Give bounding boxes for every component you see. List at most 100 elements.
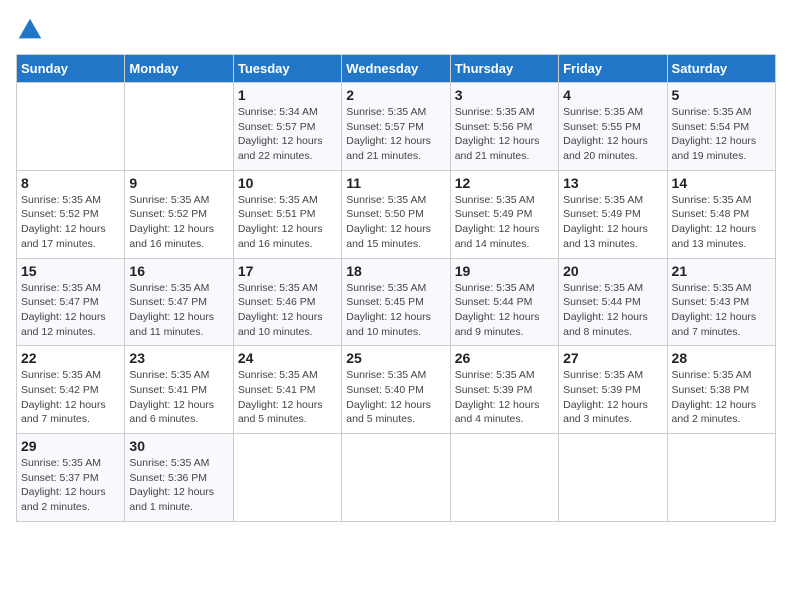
day-number: 4 (563, 87, 662, 103)
day-detail: Sunrise: 5:35 AMSunset: 5:38 PMDaylight:… (672, 368, 771, 427)
calendar-day-cell: 22 Sunrise: 5:35 AMSunset: 5:42 PMDayligh… (17, 346, 125, 434)
day-detail: Sunrise: 5:35 AMSunset: 5:44 PMDaylight:… (563, 281, 662, 340)
calendar-body: 1Sunrise: 5:34 AMSunset: 5:57 PMDaylight… (17, 83, 776, 522)
day-number: 13 (563, 175, 662, 191)
calendar-day-cell: 8 Sunrise: 5:35 AMSunset: 5:52 PMDaylight… (17, 170, 125, 258)
day-detail: Sunrise: 5:35 AMSunset: 5:55 PMDaylight:… (563, 105, 662, 164)
day-number: 23 (129, 350, 228, 366)
calendar-day-cell: 12 Sunrise: 5:35 AMSunset: 5:49 PMDayligh… (450, 170, 558, 258)
calendar-day-cell: 16 Sunrise: 5:35 AMSunset: 5:47 PMDayligh… (125, 258, 233, 346)
calendar-day-cell: 5 Sunrise: 5:35 AMSunset: 5:54 PMDaylight… (667, 83, 775, 171)
calendar-day-cell: 27 Sunrise: 5:35 AMSunset: 5:39 PMDayligh… (559, 346, 667, 434)
day-detail: Sunrise: 5:35 AMSunset: 5:36 PMDaylight:… (129, 456, 228, 515)
day-number: 30 (129, 438, 228, 454)
calendar-week-row: 15 Sunrise: 5:35 AMSunset: 5:47 PMDayligh… (17, 258, 776, 346)
weekday-header-row: SundayMondayTuesdayWednesdayThursdayFrid… (17, 55, 776, 83)
day-number: 28 (672, 350, 771, 366)
day-number: 21 (672, 263, 771, 279)
logo (16, 16, 48, 44)
day-number: 26 (455, 350, 554, 366)
calendar-day-cell: 30 Sunrise: 5:35 AMSunset: 5:36 PMDayligh… (125, 434, 233, 522)
calendar-day-cell (233, 434, 341, 522)
calendar-week-row: 8 Sunrise: 5:35 AMSunset: 5:52 PMDaylight… (17, 170, 776, 258)
day-number: 5 (672, 87, 771, 103)
day-detail: Sunrise: 5:35 AMSunset: 5:43 PMDaylight:… (672, 281, 771, 340)
weekday-header-cell: Monday (125, 55, 233, 83)
calendar-week-row: 1Sunrise: 5:34 AMSunset: 5:57 PMDaylight… (17, 83, 776, 171)
calendar-week-row: 29Sunrise: 5:35 AMSunset: 5:37 PMDayligh… (17, 434, 776, 522)
day-detail: Sunrise: 5:35 AMSunset: 5:52 PMDaylight:… (21, 193, 120, 252)
day-number: 18 (346, 263, 445, 279)
weekday-header-cell: Wednesday (342, 55, 450, 83)
calendar-day-cell (559, 434, 667, 522)
day-number: 11 (346, 175, 445, 191)
calendar-day-cell: 11 Sunrise: 5:35 AMSunset: 5:50 PMDayligh… (342, 170, 450, 258)
calendar-day-cell: 23 Sunrise: 5:35 AMSunset: 5:41 PMDayligh… (125, 346, 233, 434)
weekday-header-cell: Saturday (667, 55, 775, 83)
day-detail: Sunrise: 5:35 AMSunset: 5:51 PMDaylight:… (238, 193, 337, 252)
calendar-day-cell: 29Sunrise: 5:35 AMSunset: 5:37 PMDayligh… (17, 434, 125, 522)
day-number: 10 (238, 175, 337, 191)
day-detail: Sunrise: 5:35 AMSunset: 5:50 PMDaylight:… (346, 193, 445, 252)
calendar-day-cell: 14 Sunrise: 5:35 AMSunset: 5:48 PMDayligh… (667, 170, 775, 258)
calendar-day-cell: 15Sunrise: 5:35 AMSunset: 5:47 PMDayligh… (17, 258, 125, 346)
calendar-day-cell (667, 434, 775, 522)
calendar-day-cell (17, 83, 125, 171)
day-number: 1 (238, 87, 337, 103)
day-number: 27 (563, 350, 662, 366)
calendar-day-cell: 10 Sunrise: 5:35 AMSunset: 5:51 PMDayligh… (233, 170, 341, 258)
day-number: 25 (346, 350, 445, 366)
day-number: 12 (455, 175, 554, 191)
calendar-day-cell: 25 Sunrise: 5:35 AMSunset: 5:40 PMDayligh… (342, 346, 450, 434)
calendar-day-cell (450, 434, 558, 522)
day-detail: Sunrise: 5:35 AMSunset: 5:56 PMDaylight:… (455, 105, 554, 164)
day-detail: Sunrise: 5:35 AMSunset: 5:45 PMDaylight:… (346, 281, 445, 340)
calendar-table: SundayMondayTuesdayWednesdayThursdayFrid… (16, 54, 776, 522)
calendar-day-cell: 28 Sunrise: 5:35 AMSunset: 5:38 PMDayligh… (667, 346, 775, 434)
calendar-day-cell: 4 Sunrise: 5:35 AMSunset: 5:55 PMDaylight… (559, 83, 667, 171)
calendar-day-cell: 20 Sunrise: 5:35 AMSunset: 5:44 PMDayligh… (559, 258, 667, 346)
day-detail: Sunrise: 5:35 AMSunset: 5:37 PMDaylight:… (21, 456, 120, 515)
calendar-day-cell: 18 Sunrise: 5:35 AMSunset: 5:45 PMDayligh… (342, 258, 450, 346)
day-number: 17 (238, 263, 337, 279)
day-detail: Sunrise: 5:35 AMSunset: 5:52 PMDaylight:… (129, 193, 228, 252)
weekday-header-cell: Sunday (17, 55, 125, 83)
weekday-header-cell: Tuesday (233, 55, 341, 83)
logo-icon (16, 16, 44, 44)
day-detail: Sunrise: 5:35 AMSunset: 5:49 PMDaylight:… (563, 193, 662, 252)
day-number: 20 (563, 263, 662, 279)
day-detail: Sunrise: 5:35 AMSunset: 5:39 PMDaylight:… (563, 368, 662, 427)
header (16, 16, 776, 44)
calendar-day-cell: 19Sunrise: 5:35 AMSunset: 5:44 PMDayligh… (450, 258, 558, 346)
calendar-day-cell: 3 Sunrise: 5:35 AMSunset: 5:56 PMDaylight… (450, 83, 558, 171)
calendar-day-cell: 26 Sunrise: 5:35 AMSunset: 5:39 PMDayligh… (450, 346, 558, 434)
calendar-day-cell: 24Sunrise: 5:35 AMSunset: 5:41 PMDayligh… (233, 346, 341, 434)
calendar-day-cell: 21 Sunrise: 5:35 AMSunset: 5:43 PMDayligh… (667, 258, 775, 346)
day-number: 3 (455, 87, 554, 103)
calendar-day-cell: 13 Sunrise: 5:35 AMSunset: 5:49 PMDayligh… (559, 170, 667, 258)
day-number: 14 (672, 175, 771, 191)
day-number: 2 (346, 87, 445, 103)
day-number: 9 (129, 175, 228, 191)
calendar-week-row: 22 Sunrise: 5:35 AMSunset: 5:42 PMDayligh… (17, 346, 776, 434)
day-detail: Sunrise: 5:35 AMSunset: 5:48 PMDaylight:… (672, 193, 771, 252)
day-detail: Sunrise: 5:35 AMSunset: 5:41 PMDaylight:… (129, 368, 228, 427)
day-number: 15 (21, 263, 120, 279)
day-number: 24 (238, 350, 337, 366)
day-number: 22 (21, 350, 120, 366)
day-detail: Sunrise: 5:35 AMSunset: 5:42 PMDaylight:… (21, 368, 120, 427)
calendar-day-cell (125, 83, 233, 171)
day-detail: Sunrise: 5:35 AMSunset: 5:49 PMDaylight:… (455, 193, 554, 252)
calendar-day-cell: 2 Sunrise: 5:35 AMSunset: 5:57 PMDaylight… (342, 83, 450, 171)
day-number: 16 (129, 263, 228, 279)
calendar-day-cell (342, 434, 450, 522)
calendar-day-cell: 17Sunrise: 5:35 AMSunset: 5:46 PMDayligh… (233, 258, 341, 346)
day-number: 19 (455, 263, 554, 279)
day-detail: Sunrise: 5:35 AMSunset: 5:54 PMDaylight:… (672, 105, 771, 164)
day-detail: Sunrise: 5:35 AMSunset: 5:47 PMDaylight:… (129, 281, 228, 340)
day-detail: Sunrise: 5:35 AMSunset: 5:57 PMDaylight:… (346, 105, 445, 164)
calendar-day-cell: 9 Sunrise: 5:35 AMSunset: 5:52 PMDaylight… (125, 170, 233, 258)
day-detail: Sunrise: 5:35 AMSunset: 5:40 PMDaylight:… (346, 368, 445, 427)
day-detail: Sunrise: 5:35 AMSunset: 5:39 PMDaylight:… (455, 368, 554, 427)
day-number: 8 (21, 175, 120, 191)
